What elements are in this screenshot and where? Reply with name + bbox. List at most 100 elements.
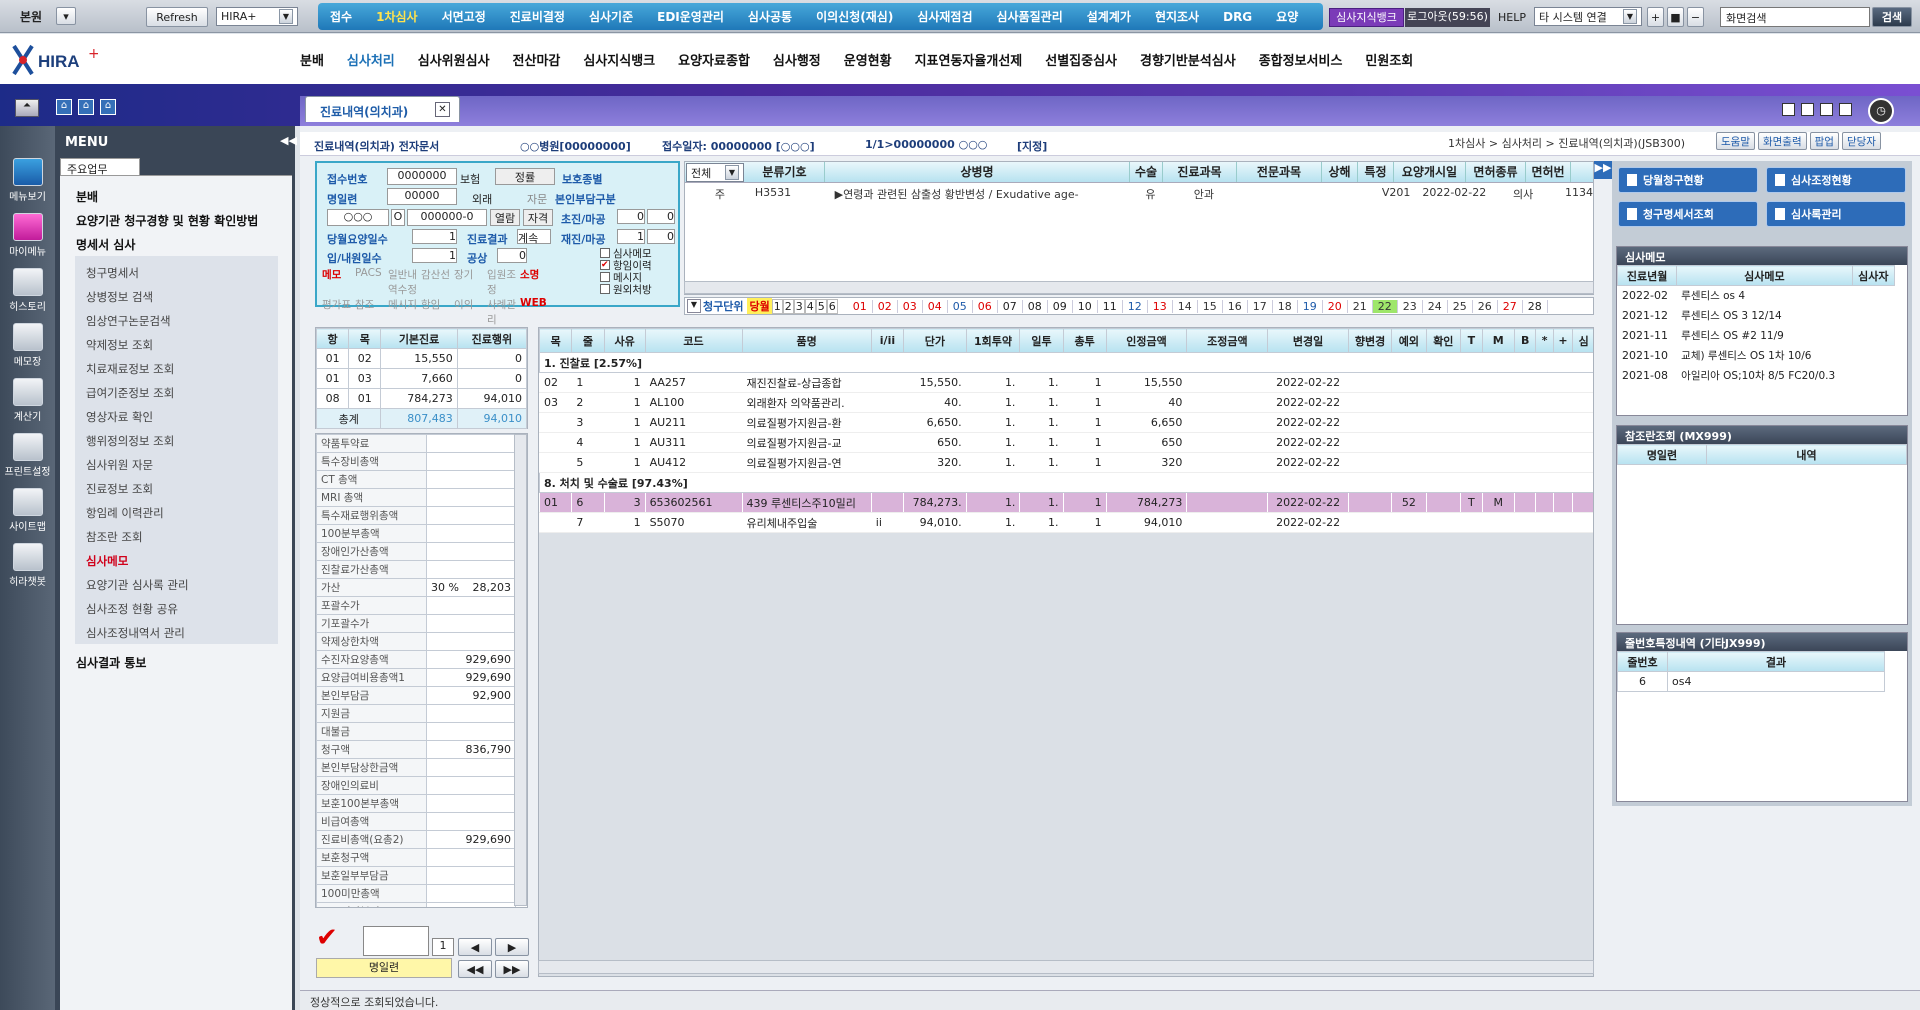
menu-item-result[interactable]: 심사결과 통보: [76, 654, 146, 671]
rail-item[interactable]: 히라챗봇: [4, 543, 51, 588]
top-menu-item[interactable]: 요양: [1264, 8, 1310, 25]
rail-item[interactable]: 프린트설정: [4, 433, 51, 478]
quick-link[interactable]: 일반내역수정: [388, 267, 421, 297]
main-menu-item[interactable]: 종합정보서비스: [1259, 50, 1343, 69]
other-system-select[interactable]: 타 시스템 연결 ▼: [1534, 7, 1642, 26]
day-cell[interactable]: 09: [1048, 299, 1073, 313]
claim-unit-number[interactable]: 2: [782, 298, 794, 314]
day-cell[interactable]: 13: [1148, 299, 1173, 313]
quick-link[interactable]: 이의: [454, 297, 487, 327]
main-menu-item[interactable]: 지표연동자율개선제: [915, 50, 1023, 69]
day-cell[interactable]: 20: [1323, 299, 1348, 313]
main-menu-item[interactable]: 경향기반분석심사: [1140, 50, 1236, 69]
screen-search-input[interactable]: 화면검색: [1720, 7, 1870, 27]
next-button[interactable]: ▶: [495, 938, 529, 956]
day-cell[interactable]: 24: [1423, 299, 1448, 313]
claim-unit-number[interactable]: 3: [793, 298, 805, 314]
detail-row[interactable]: 03 2 1 AL100 외래환자 의약품관리. 40. 1. 1. 1 40 2022-02-22: [539, 392, 1593, 413]
top-menu-item[interactable]: 심사품질관리: [985, 8, 1075, 25]
home-icon[interactable]: ⌂: [56, 99, 72, 115]
day-cell[interactable]: 05: [948, 299, 973, 313]
day-cell[interactable]: 12: [1123, 299, 1148, 313]
quick-link[interactable]: 메모: [322, 267, 355, 297]
memo-row[interactable]: 2021-11 루센티스 OS #2 11/9: [1618, 326, 1895, 346]
diagnosis-hscroll[interactable]: [684, 281, 1594, 294]
day-cell[interactable]: 06: [973, 299, 998, 313]
first-button[interactable]: ◀◀: [458, 960, 492, 978]
diagnosis-row[interactable]: 주 H3531 ▶연령과 관련된 삼출성 황반변성 / Exudative ag…: [685, 183, 1593, 202]
main-menu-item[interactable]: 심사행정: [773, 50, 821, 69]
cost-row[interactable]: 01 02 15,550 0: [315, 348, 528, 369]
quick-link[interactable]: 메시지: [388, 297, 421, 327]
serial-nav-label[interactable]: 명일련: [316, 958, 452, 978]
rail-item[interactable]: 메모장: [4, 323, 51, 368]
top-menu-item[interactable]: 현지조사: [1143, 8, 1211, 25]
day-cell[interactable]: 02: [873, 299, 898, 313]
submenu-item[interactable]: 심사조정내역서 관리: [86, 625, 185, 641]
quick-link[interactable]: 입원조정: [487, 267, 520, 297]
day-cell[interactable]: 28: [1523, 299, 1548, 313]
submenu-item[interactable]: 항임례 이력관리: [86, 505, 164, 521]
collapse-menu-icon[interactable]: ◀◀: [280, 134, 297, 147]
rail-item[interactable]: 사이트맵: [4, 488, 51, 533]
detail-row[interactable]: 3 1 AU211 의료질평가지원금-환 6,650. 1. 1. 1 6,650 2022-02…: [539, 412, 1593, 433]
view-button[interactable]: 열람: [490, 209, 520, 226]
quick-link[interactable]: 사례관리: [487, 297, 520, 327]
claim-unit-number[interactable]: 5: [815, 298, 827, 314]
top-menu-item[interactable]: 1차심사: [364, 8, 429, 25]
refresh-button[interactable]: Refresh: [146, 7, 208, 27]
submenu-item[interactable]: 심사위원 자문: [86, 457, 153, 473]
main-menu-item[interactable]: 심사위원심사: [418, 50, 490, 69]
claim-unit-number[interactable]: 1: [771, 298, 783, 314]
right-action-button[interactable]: 심사조정현황: [1766, 167, 1906, 193]
day-cell[interactable]: 27: [1498, 299, 1523, 313]
detail-row[interactable]: 01 6 3 653602561 439 루센티스주10밀리 784,273. 1. 1. 1 7…: [539, 492, 1593, 513]
qualification-button[interactable]: 자격: [523, 209, 553, 226]
top-menu-item[interactable]: DRG: [1211, 10, 1264, 24]
detail-row[interactable]: 02 1 1 AA257 재진진찰료-상급종합 15,550. 1. 1. 1 15,550 202…: [539, 372, 1593, 393]
day-cell[interactable]: 25: [1448, 299, 1473, 313]
serial-field[interactable]: 00000: [387, 188, 457, 205]
top-menu-item[interactable]: 서면고정: [430, 8, 498, 25]
crumb-button[interactable]: 팝업: [1809, 132, 1839, 150]
day-cell[interactable]: 07: [998, 299, 1023, 313]
summary-vscroll[interactable]: [514, 434, 527, 906]
submenu-item[interactable]: 상병정보 검색: [86, 289, 153, 305]
timer-icon[interactable]: ◷: [1868, 98, 1894, 124]
submenu-item[interactable]: 급여기준정보 조회: [86, 385, 174, 401]
chevron-down-icon[interactable]: ▼: [687, 299, 701, 313]
quick-link[interactable]: 소명: [520, 267, 553, 297]
quick-link[interactable]: 참조: [355, 297, 388, 327]
memo-row[interactable]: 2021-08 아일리아 OS;10차 8/5 FC20/0.3: [1618, 366, 1895, 386]
user-home-icon[interactable]: ⌂: [100, 99, 116, 115]
day-cell[interactable]: 26: [1473, 299, 1498, 313]
quick-link[interactable]: 평가표: [322, 297, 355, 327]
quick-link[interactable]: WEB: [520, 297, 553, 327]
receipt-no-field[interactable]: 0000000: [387, 168, 457, 185]
detail-row[interactable]: 7 1 S5070 유리체내주입술 ii 94,010. 1. 1. 1 94,010 2022-0…: [539, 512, 1593, 533]
claim-unit-number[interactable]: 4: [804, 298, 816, 314]
rail-item[interactable]: 계산기: [4, 378, 51, 423]
menu-item[interactable]: 요양기관 청구경향 및 현황 확인방법: [76, 212, 258, 229]
main-menu-item[interactable]: 심사지식뱅크: [583, 50, 655, 69]
detail-row[interactable]: 5 1 AU412 의료질평가지원금-연 320. 1. 1. 1 320 2022-02-22: [539, 452, 1593, 473]
submenu-item[interactable]: 치료재료정보 조회: [86, 361, 174, 377]
quick-link[interactable]: PACS: [355, 267, 388, 297]
org-dropdown[interactable]: ▾: [56, 7, 76, 25]
day-cell[interactable]: 15: [1198, 299, 1223, 313]
claim-unit-number[interactable]: 6: [826, 298, 838, 314]
spec-row[interactable]: 6 os4: [1617, 671, 1885, 692]
main-menu-item[interactable]: 운영현황: [844, 50, 892, 69]
top-menu-item[interactable]: 심사기준: [577, 8, 645, 25]
knowledge-bank-button[interactable]: 심사지식뱅크: [1329, 8, 1404, 27]
submenu-item[interactable]: 심사메모: [86, 553, 128, 569]
submenu-item[interactable]: 임상연구논문검색: [86, 313, 171, 329]
menu-item[interactable]: 분배: [76, 188, 98, 205]
help-link[interactable]: HELP: [1498, 11, 1526, 24]
layout-single-icon[interactable]: [1782, 103, 1795, 116]
checkbox-icon[interactable]: [600, 284, 610, 294]
day-cell[interactable]: 04: [923, 299, 948, 313]
memo-row[interactable]: 2021-12 루센티스 OS 3 12/14: [1618, 306, 1895, 326]
top-menu-item[interactable]: 설계계가: [1075, 8, 1143, 25]
checkbox-icon[interactable]: [600, 272, 610, 282]
